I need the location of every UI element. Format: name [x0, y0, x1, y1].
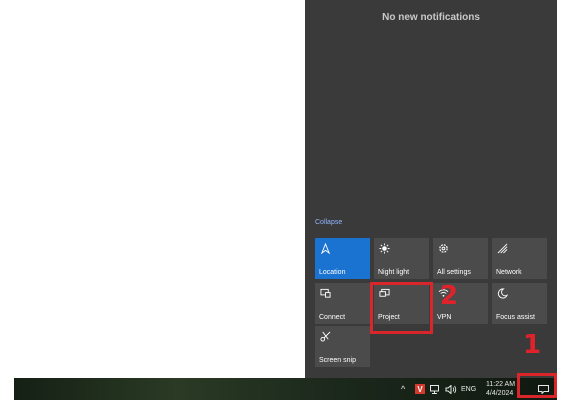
step-1-label: 1 [523, 330, 542, 360]
tile-label: VPN [437, 314, 452, 321]
tile-label: Location [319, 269, 346, 276]
location-icon [320, 243, 331, 254]
moon-icon [497, 288, 508, 299]
taskbar: ^ V ENG 11:22 AM 4/4/2024 [14, 378, 557, 400]
tile-network[interactable]: Network [492, 238, 547, 279]
tray-app-icon[interactable]: V [415, 378, 425, 400]
tile-label: Night light [378, 269, 410, 276]
tile-connect[interactable]: Connect [315, 283, 370, 324]
tile-label: Screen snip [319, 357, 356, 364]
speaker-icon [445, 384, 457, 394]
tile-all-settings[interactable]: All settings [433, 238, 488, 279]
taskbar-clock[interactable]: 11:22 AM 4/4/2024 [486, 378, 515, 400]
network-icon [497, 243, 508, 254]
clock-date: 4/4/2024 [486, 390, 514, 397]
gear-icon [439, 244, 448, 253]
screen-snip-icon [320, 331, 331, 342]
volume-tray-icon[interactable] [445, 378, 457, 400]
network-monitor-icon [430, 384, 439, 394]
connect-icon [320, 288, 331, 298]
language-indicator[interactable]: ENG [461, 378, 476, 400]
tile-label: Connect [319, 314, 346, 321]
network-tray-icon[interactable] [430, 378, 441, 400]
collapse-link[interactable]: Collapse [315, 219, 342, 226]
tile-label: Focus assist [496, 314, 535, 321]
step-2-label: 2 [440, 281, 459, 311]
tile-night-light[interactable]: Night light [374, 238, 429, 279]
no-notifications-text: No new notifications [382, 12, 480, 23]
clock-time: 11:22 AM [486, 381, 516, 388]
tile-screen-snip[interactable]: Screen snip [315, 326, 370, 367]
tile-label: All settings [437, 269, 471, 276]
tile-focus-assist[interactable]: Focus assist [492, 283, 547, 324]
tile-location[interactable]: Location [315, 238, 370, 279]
action-center-highlight-box [517, 373, 557, 398]
tray-app-letter: V [415, 384, 425, 394]
show-hidden-icons-chevron-icon[interactable]: ^ [401, 378, 405, 400]
tile-label: Network [496, 269, 522, 276]
project-highlight-box [370, 282, 433, 334]
night-light-icon [379, 243, 390, 254]
